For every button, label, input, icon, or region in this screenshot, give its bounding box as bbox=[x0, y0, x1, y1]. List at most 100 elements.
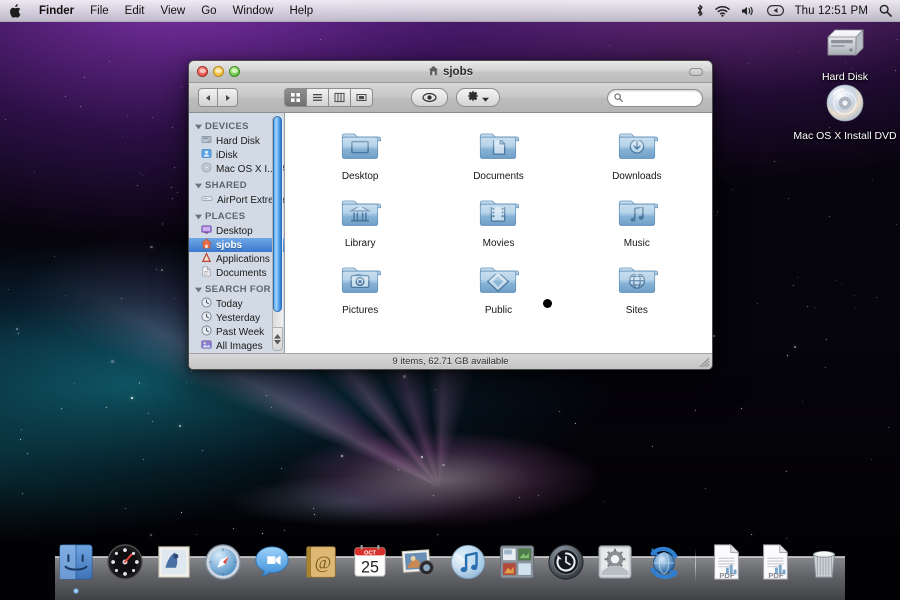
dock-item-time-machine[interactable] bbox=[543, 543, 589, 586]
menu-item-view[interactable]: View bbox=[153, 0, 194, 21]
menu-bar-clock[interactable]: Thu 12:51 PM bbox=[795, 5, 868, 17]
volume-icon[interactable] bbox=[741, 5, 756, 17]
wifi-icon[interactable] bbox=[714, 5, 730, 17]
time-machine-icon bbox=[547, 543, 585, 586]
desktop-icon-hard-disk[interactable]: Hard Disk bbox=[797, 24, 893, 83]
star bbox=[340, 455, 343, 457]
sidebar-item-desktop[interactable]: Desktop bbox=[189, 224, 284, 238]
quick-look-button[interactable] bbox=[411, 88, 448, 107]
star bbox=[757, 302, 758, 304]
menu-item-go[interactable]: Go bbox=[193, 0, 224, 21]
icon-view-button[interactable] bbox=[284, 88, 307, 107]
file-item[interactable]: Desktop bbox=[291, 123, 429, 182]
dock-item-ichat[interactable] bbox=[249, 543, 295, 586]
sidebar-section-header[interactable]: SHARED bbox=[189, 176, 284, 193]
desktop-folder-icon bbox=[339, 129, 382, 168]
search-icon[interactable] bbox=[879, 4, 892, 17]
list-view-button[interactable] bbox=[307, 88, 329, 107]
dock-item-safari[interactable] bbox=[200, 543, 246, 586]
library-folder-icon bbox=[339, 196, 382, 235]
action-menu-button[interactable] bbox=[456, 88, 500, 107]
dock-item-ical[interactable]: OCT 25 bbox=[347, 543, 393, 586]
finder-window[interactable]: sjobs DEVICES Hard Disk iDisk Mac OS X I… bbox=[188, 60, 713, 370]
window-title-bar[interactable]: sjobs bbox=[189, 61, 712, 83]
star bbox=[519, 496, 520, 498]
sidebar-item-yesterday[interactable]: Yesterday bbox=[189, 311, 284, 325]
svg-text:OCT: OCT bbox=[364, 550, 377, 556]
apple-menu[interactable] bbox=[0, 0, 31, 21]
coverflow-view-button[interactable] bbox=[351, 88, 373, 107]
dock-item-iphoto[interactable] bbox=[396, 543, 442, 586]
view-mode-buttons bbox=[284, 88, 373, 107]
star bbox=[122, 135, 123, 137]
bluetooth-icon[interactable] bbox=[696, 4, 704, 17]
scrollbar-thumb[interactable] bbox=[273, 116, 282, 312]
file-browser-area[interactable]: Desktop Documents Downloads Library Movies Mu… bbox=[285, 113, 712, 353]
sidebar-item-all-images[interactable]: All Images bbox=[189, 339, 284, 353]
desktop-icon-install-dvd[interactable]: Mac OS X Install DVD bbox=[793, 83, 897, 142]
menu-item-finder[interactable]: Finder bbox=[31, 0, 82, 21]
sidebar-item-applications[interactable]: Applications bbox=[189, 252, 284, 266]
dock-item-dashboard[interactable] bbox=[102, 543, 148, 586]
star bbox=[147, 413, 149, 414]
resize-grip[interactable] bbox=[699, 357, 710, 368]
sidebar-item-documents[interactable]: Documents bbox=[189, 266, 284, 280]
sidebar-section-header[interactable]: DEVICES bbox=[189, 117, 284, 134]
address-book-icon: @ bbox=[302, 543, 340, 586]
search-field[interactable] bbox=[607, 88, 703, 107]
sidebar-scrollbar[interactable] bbox=[272, 115, 283, 351]
forward-button[interactable] bbox=[218, 88, 238, 107]
search-icon bbox=[614, 89, 623, 107]
dock-item-pdf-document[interactable]: PDF bbox=[752, 543, 798, 586]
dock-item-trash[interactable] bbox=[801, 543, 847, 586]
file-item[interactable]: Movies bbox=[429, 190, 567, 249]
dock-item-address-book[interactable]: @ bbox=[298, 543, 344, 586]
dock-item-mail[interactable] bbox=[151, 543, 197, 586]
sidebar-item-label: Documents bbox=[216, 267, 267, 279]
menu-item-help[interactable]: Help bbox=[281, 0, 321, 21]
column-view-button[interactable] bbox=[329, 88, 351, 107]
sidebar-item-hard-disk[interactable]: Hard Disk bbox=[189, 134, 284, 148]
file-item[interactable]: Pictures bbox=[291, 257, 429, 316]
menu-item-file[interactable]: File bbox=[82, 0, 117, 21]
file-item[interactable]: Music bbox=[568, 190, 706, 249]
sidebar-section-label: SHARED bbox=[205, 180, 247, 191]
dock-item-spaces[interactable] bbox=[494, 543, 540, 586]
scrollbar-arrows[interactable] bbox=[272, 327, 283, 351]
sidebar-item-mac-os-x-i[interactable]: Mac OS X I... bbox=[189, 162, 284, 176]
star bbox=[705, 487, 706, 489]
dock[interactable]: @ OCT 25 PDF PDF bbox=[0, 538, 900, 600]
sidebar-item-past-week[interactable]: Past Week bbox=[189, 325, 284, 339]
dock-item-finder[interactable] bbox=[53, 543, 99, 594]
search-input[interactable] bbox=[627, 92, 696, 103]
menu-bar-status-area: Thu 12:51 PM bbox=[696, 0, 900, 21]
movies-folder-icon bbox=[477, 196, 520, 235]
back-button[interactable] bbox=[198, 88, 218, 107]
finder-icon bbox=[57, 543, 95, 586]
chevron-down-icon bbox=[482, 89, 489, 107]
sidebar-section-header[interactable]: SEARCH FOR bbox=[189, 280, 284, 297]
finder-sidebar[interactable]: DEVICES Hard Disk iDisk Mac OS X I... SHARED… bbox=[189, 113, 285, 353]
file-item[interactable]: Downloads bbox=[568, 123, 706, 182]
dock-item-pdf-document[interactable]: PDF bbox=[703, 543, 749, 586]
eject-icon[interactable] bbox=[766, 5, 784, 16]
file-item[interactable]: Sites bbox=[568, 257, 706, 316]
dock-item-software-update[interactable] bbox=[641, 543, 687, 586]
sidebar-section-header[interactable]: PLACES bbox=[189, 207, 284, 224]
disclosure-triangle-icon bbox=[195, 183, 202, 188]
sidebar-item-airport-extreme[interactable]: AirPort Extreme bbox=[189, 193, 284, 207]
hard-disk-icon bbox=[201, 134, 212, 148]
menu-item-edit[interactable]: Edit bbox=[117, 0, 153, 21]
window-title: sjobs bbox=[189, 65, 712, 79]
file-item[interactable]: Library bbox=[291, 190, 429, 249]
sidebar-item-label: sjobs bbox=[216, 239, 243, 251]
sidebar-section-label: DEVICES bbox=[205, 121, 249, 132]
dock-item-itunes[interactable] bbox=[445, 543, 491, 586]
menu-item-window[interactable]: Window bbox=[225, 0, 282, 21]
sidebar-item-idisk[interactable]: iDisk bbox=[189, 148, 284, 162]
file-name-label: Pictures bbox=[342, 305, 379, 316]
file-item[interactable]: Documents bbox=[429, 123, 567, 182]
dock-item-system-preferences[interactable] bbox=[592, 543, 638, 586]
sidebar-item-sjobs[interactable]: sjobs bbox=[189, 238, 284, 252]
sidebar-item-today[interactable]: Today bbox=[189, 297, 284, 311]
